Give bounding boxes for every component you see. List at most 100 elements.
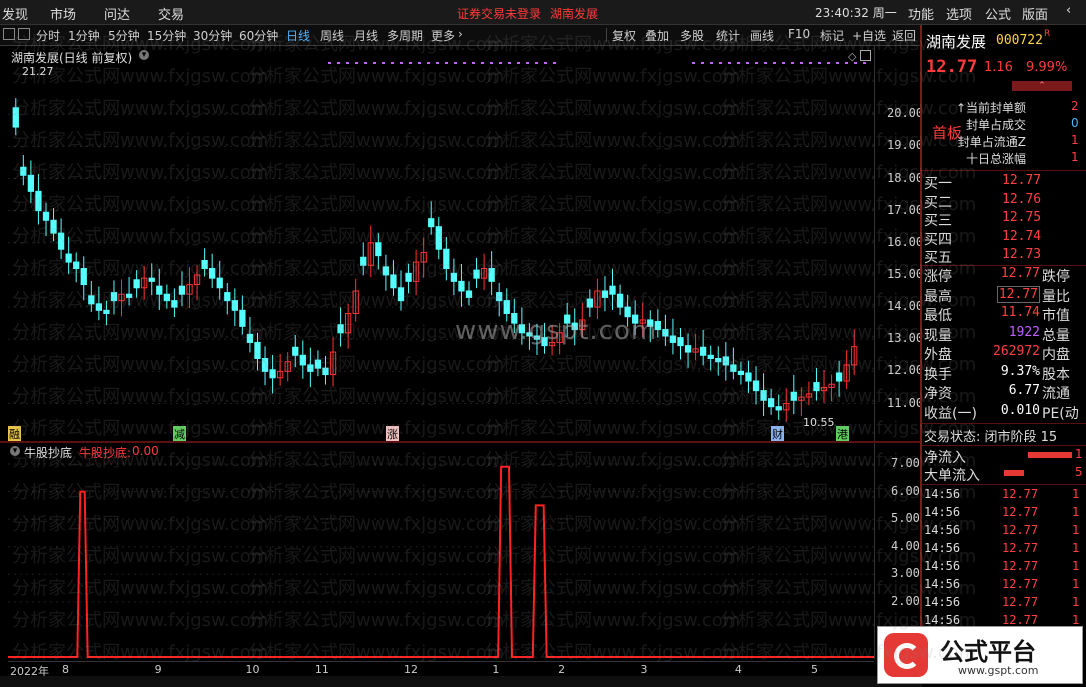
watermark-text: 分析家公式网www.fxjgsw.com xyxy=(12,546,269,567)
watermark-text: 分析家公式网www.fxjgsw.com xyxy=(248,226,505,247)
watermark-text: 分析家公式网www.fxjgsw.com xyxy=(720,98,977,119)
stat-value: 6.77 xyxy=(1008,383,1040,398)
watermark-text: 分析家公式网www.fxjgsw.com xyxy=(484,34,741,55)
watermark-text: 分析家公式网www.fxjgsw.com xyxy=(12,354,269,375)
watermark-text: 分析家公式网www.fxjgsw.com xyxy=(484,226,741,247)
watermark-text: 分析家公式网www.fxjgsw.com xyxy=(248,386,505,407)
bid-price[interactable]: 12.73 xyxy=(1002,247,1041,262)
top-menu-bar: 发现 市场 问达 交易 证券交易未登录 湖南发展 23:40:32 周一 功能 … xyxy=(0,0,1086,25)
watermark-text: 分析家公式网www.fxjgsw.com xyxy=(12,226,269,247)
tick-price: 12.77 xyxy=(1002,613,1039,627)
x-tick-label: 4 xyxy=(734,663,742,676)
watermark-text: 分析家公式网www.fxjgsw.com xyxy=(12,322,269,343)
menu-trade[interactable]: 交易 xyxy=(158,4,184,23)
watermark-text: 分析家公式网www.fxjgsw.com xyxy=(248,578,505,599)
watermark-text: 分析家公式网www.fxjgsw.com xyxy=(484,482,741,503)
stat-label-secondary: 量比 xyxy=(1042,288,1070,305)
price-change: 1.16 xyxy=(984,60,1013,75)
stat-label-secondary: 股本 xyxy=(1042,366,1070,383)
tick-volume: 1 xyxy=(1072,541,1080,555)
watermark-text: 分析家公式网www.fxjgsw.com xyxy=(484,290,741,311)
stat-value: 12.77 xyxy=(1000,266,1040,281)
watermark-text: 分析家公式网www.fxjgsw.com xyxy=(720,546,977,567)
stat-label-secondary: 跌停 xyxy=(1042,269,1070,285)
menu-discover[interactable]: 发现 xyxy=(2,4,28,23)
stat-value: 0.010 xyxy=(1000,402,1040,418)
watermark-text: 分析家公式网www.fxjgsw.com xyxy=(484,418,741,439)
x-tick-label: 3 xyxy=(640,663,648,676)
watermark-text: 分析家公式网www.fxjgsw.com xyxy=(12,258,269,279)
watermark-text: 分析家公式网www.fxjgsw.com xyxy=(248,258,505,279)
menu-options[interactable]: 选项 xyxy=(946,4,972,23)
watermark-text: 分析家公式网www.fxjgsw.com xyxy=(720,130,977,151)
tick-volume: 1 xyxy=(1072,613,1080,627)
watermark-text: 分析家公式网www.fxjgsw.com xyxy=(12,34,269,55)
tick-volume: 1 xyxy=(1072,559,1080,573)
watermark-text: 分析家公式网www.fxjgsw.com xyxy=(720,482,977,503)
watermark-text: 分析家公式网www.fxjgsw.com xyxy=(720,578,977,599)
watermark-text: 分析家公式网www.fxjgsw.com xyxy=(484,546,741,567)
collapse-icon[interactable]: ‹ xyxy=(1066,3,1071,18)
watermark-text: 分析家公式网www.fxjgsw.com xyxy=(484,610,741,631)
watermark-text: 分析家公式网www.fxjgsw.com xyxy=(12,98,269,119)
watermark-text: 分析家公式网www.fxjgsw.com xyxy=(484,578,741,599)
watermark-text: 分析家公式网www.fxjgsw.com xyxy=(12,450,269,471)
center-watermark: www.gspt.com xyxy=(455,316,658,346)
price-change-pct: 9.99% xyxy=(1026,60,1068,75)
menu-layout[interactable]: 版面 xyxy=(1022,4,1048,23)
watermark-text: 分析家公式网www.fxjgsw.com xyxy=(484,258,741,279)
watermark-text: 分析家公式网www.fxjgsw.com xyxy=(248,610,505,631)
logo-url: www.gspt.com xyxy=(958,664,1039,677)
x-tick-label: 11 xyxy=(314,663,329,676)
watermark-text: 分析家公式网www.fxjgsw.com xyxy=(484,66,741,87)
watermark-text: 分析家公式网www.fxjgsw.com xyxy=(12,66,269,87)
tick-price: 12.77 xyxy=(1002,487,1039,501)
flow-value: 5 xyxy=(1075,465,1083,479)
watermark-text: 分析家公式网www.fxjgsw.com xyxy=(484,194,741,215)
tick-volume: 1 xyxy=(1072,505,1080,519)
watermark-text: 分析家公式网www.fxjgsw.com xyxy=(484,450,741,471)
bid-price[interactable]: 12.75 xyxy=(1002,210,1041,225)
bid-price[interactable]: 12.74 xyxy=(1002,229,1041,244)
seal-value: 1 xyxy=(1071,150,1079,164)
watermark-text: 分析家公式网www.fxjgsw.com xyxy=(248,290,505,311)
bid-price[interactable]: 12.77 xyxy=(1002,173,1041,188)
tick-volume: 1 xyxy=(1072,523,1080,537)
watermark-text: 分析家公式网www.fxjgsw.com xyxy=(12,418,269,439)
watermark-text: 分析家公式网www.fxjgsw.com xyxy=(720,226,977,247)
expand-up-icon[interactable]: ⌃ xyxy=(1012,81,1072,91)
stat-value: 1922 xyxy=(1008,324,1040,340)
menu-function[interactable]: 功能 xyxy=(908,4,934,23)
watermark-text: 分析家公式网www.fxjgsw.com xyxy=(12,130,269,151)
watermark-text: 分析家公式网www.fxjgsw.com xyxy=(484,354,741,375)
x-tick-label: 12 xyxy=(404,663,419,676)
menu-formula[interactable]: 公式 xyxy=(985,4,1011,23)
watermark-text: 分析家公式网www.fxjgsw.com xyxy=(720,514,977,535)
watermark-text: 分析家公式网www.fxjgsw.com xyxy=(720,450,977,471)
watermark-text: 分析家公式网www.fxjgsw.com xyxy=(720,66,977,87)
stock-link[interactable]: 湖南发展 xyxy=(550,5,598,22)
tick-volume: 1 xyxy=(1072,577,1080,591)
stat-value: 9.37% xyxy=(1000,363,1040,379)
stat-label-secondary: 流通 xyxy=(1042,386,1070,402)
menu-market[interactable]: 市场 xyxy=(50,4,76,23)
seal-value: 0 xyxy=(1071,116,1079,130)
watermark-text: 分析家公式网www.fxjgsw.com xyxy=(248,418,505,439)
watermark-text: 分析家公式网www.fxjgsw.com xyxy=(720,290,977,311)
flow-bar xyxy=(1004,470,1024,476)
bid-price[interactable]: 12.76 xyxy=(1002,192,1041,207)
watermark-text: 分析家公式网www.fxjgsw.com xyxy=(12,290,269,311)
tick-volume: 1 xyxy=(1072,487,1080,501)
stock-code: 000722 xyxy=(996,33,1043,48)
watermark-text: 分析家公式网www.fxjgsw.com xyxy=(248,482,505,503)
login-notice[interactable]: 证券交易未登录 xyxy=(457,5,541,22)
tick-price: 12.77 xyxy=(1002,523,1039,537)
menu-wenda[interactable]: 问达 xyxy=(104,4,130,23)
x-tick-label: 8 xyxy=(61,663,69,676)
tick-price: 12.77 xyxy=(1002,577,1039,591)
tick-price: 12.77 xyxy=(1002,559,1039,573)
watermark-text: 分析家公式网www.fxjgsw.com xyxy=(12,610,269,631)
stat-value: 262972 xyxy=(993,344,1040,359)
watermark-text: 分析家公式网www.fxjgsw.com xyxy=(720,322,977,343)
tick-price: 12.77 xyxy=(1002,595,1039,609)
